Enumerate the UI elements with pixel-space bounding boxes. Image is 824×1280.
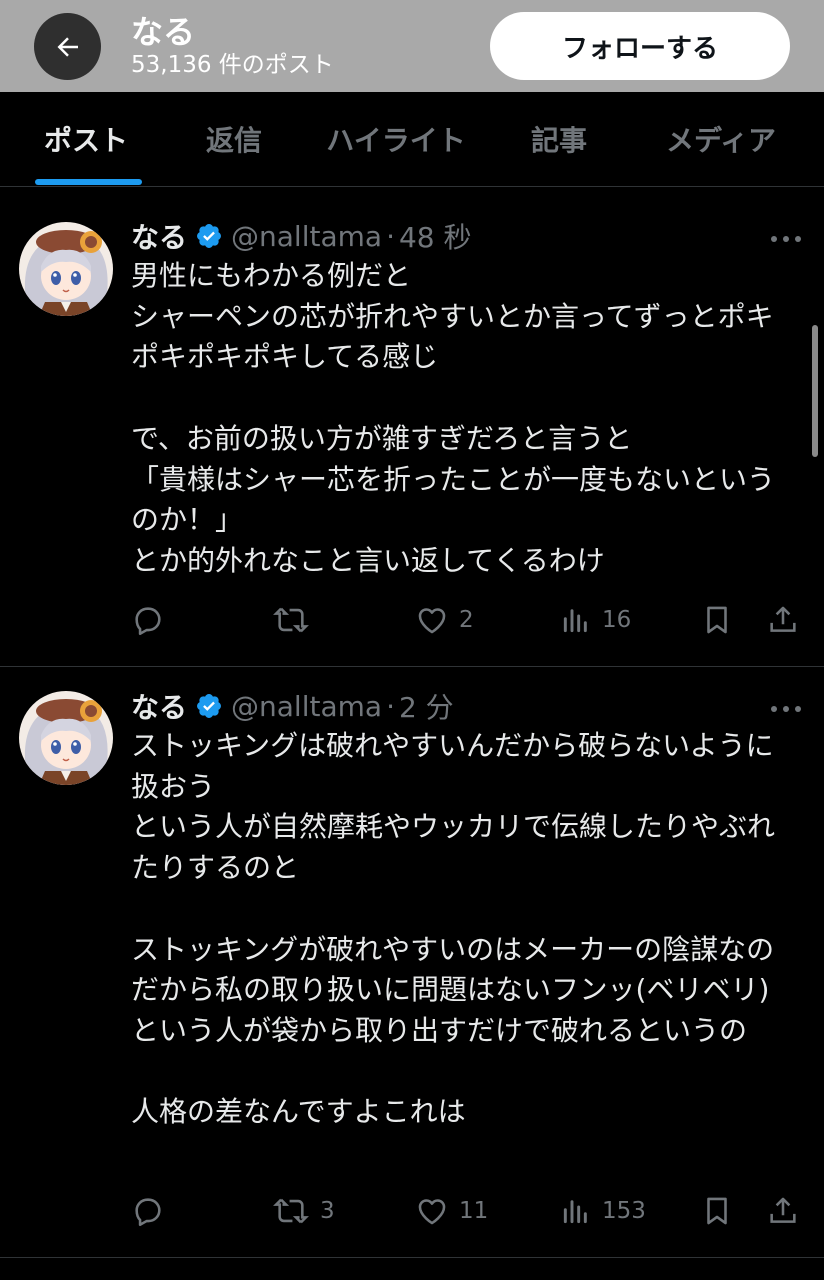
more-options-icon[interactable] <box>768 700 804 712</box>
post-divider <box>0 1257 824 1258</box>
verified-badge-icon <box>195 692 223 720</box>
tab-replies[interactable]: 返信 <box>172 92 296 186</box>
back-button[interactable] <box>34 13 101 80</box>
bookmark-button[interactable] <box>700 1189 734 1233</box>
tab-posts[interactable]: ポスト <box>0 92 172 186</box>
reply-button[interactable] <box>131 1189 175 1233</box>
reply-button[interactable] <box>131 598 175 642</box>
views-chart-icon <box>563 1200 587 1224</box>
view-count: 16 <box>602 607 632 633</box>
post-timestamp[interactable]: 48 秒 <box>399 216 472 256</box>
post-actions: 2 16 <box>0 598 824 642</box>
active-tab-indicator <box>35 179 142 185</box>
views-button[interactable]: 16 <box>560 598 631 642</box>
post-author-name[interactable]: なる <box>131 216 187 256</box>
share-button[interactable] <box>766 1189 800 1233</box>
view-count: 153 <box>602 1198 646 1224</box>
post-header: なる @nalltama · 2 分 <box>131 686 454 726</box>
post-timestamp[interactable]: 2 分 <box>399 686 454 726</box>
repost-icon <box>273 1198 309 1224</box>
like-count: 11 <box>459 1198 489 1224</box>
share-button[interactable] <box>766 598 800 642</box>
post-item[interactable]: なる @nalltama · 2 分 ストッキングは破れやすいんだから破らないよ… <box>0 667 824 1257</box>
post-handle[interactable]: @nalltama <box>231 690 382 723</box>
heart-icon <box>418 1199 446 1225</box>
bookmark-icon <box>707 606 727 634</box>
reply-icon <box>135 1198 161 1227</box>
reply-icon <box>135 607 161 636</box>
repost-count: 3 <box>320 1198 335 1224</box>
avatar[interactable] <box>19 222 113 316</box>
post-header: なる @nalltama · 48 秒 <box>131 216 472 256</box>
post-text: 男性にもわかる例だと シャーペンの芯が折れやすいとか言ってずっとポキポキポキポキ… <box>131 259 776 577</box>
post-text: ストッキングは破れやすいんだから破らないように扱おう という人が自然摩耗やウッカ… <box>131 729 776 1129</box>
post-count: 53,136 件のポスト <box>131 52 334 78</box>
like-count: 2 <box>459 607 474 633</box>
views-chart-icon <box>563 609 587 633</box>
heart-icon <box>418 608 446 634</box>
repost-button[interactable]: 3 <box>272 1189 335 1233</box>
post-item[interactable]: なる @nalltama · 48 秒 男性にもわかる例だと シャーペンの芯が折… <box>0 186 824 666</box>
post-separator: · <box>386 689 395 723</box>
post-separator: · <box>386 219 395 253</box>
avatar[interactable] <box>19 691 113 785</box>
post-handle[interactable]: @nalltama <box>231 220 382 253</box>
repost-icon <box>273 607 309 633</box>
avatar-image <box>19 691 113 785</box>
follow-button[interactable]: フォローする <box>490 12 790 80</box>
like-button[interactable]: 11 <box>415 1189 488 1233</box>
tab-highlights[interactable]: ハイライト <box>296 92 496 186</box>
views-button[interactable]: 153 <box>560 1189 646 1233</box>
like-button[interactable]: 2 <box>415 598 474 642</box>
profile-header: なる 53,136 件のポスト フォローする <box>0 0 824 92</box>
bookmark-button[interactable] <box>700 598 734 642</box>
arrow-left-icon <box>57 36 78 57</box>
profile-name: なる <box>131 13 196 51</box>
bookmark-icon <box>707 1197 727 1225</box>
share-icon <box>770 606 796 632</box>
tab-articles[interactable]: 記事 <box>496 92 622 186</box>
tab-media[interactable]: メディア <box>622 92 820 186</box>
post-actions: 3 11 153 <box>0 1189 824 1233</box>
post-author-name[interactable]: なる <box>131 686 187 726</box>
avatar-image <box>19 222 113 316</box>
verified-badge-icon <box>195 222 223 250</box>
share-icon <box>770 1197 796 1223</box>
scrollbar[interactable] <box>812 325 818 457</box>
repost-button[interactable] <box>272 598 320 642</box>
profile-tabs: ポスト 返信 ハイライト 記事 メディア <box>0 92 824 187</box>
more-options-icon[interactable] <box>768 230 804 242</box>
